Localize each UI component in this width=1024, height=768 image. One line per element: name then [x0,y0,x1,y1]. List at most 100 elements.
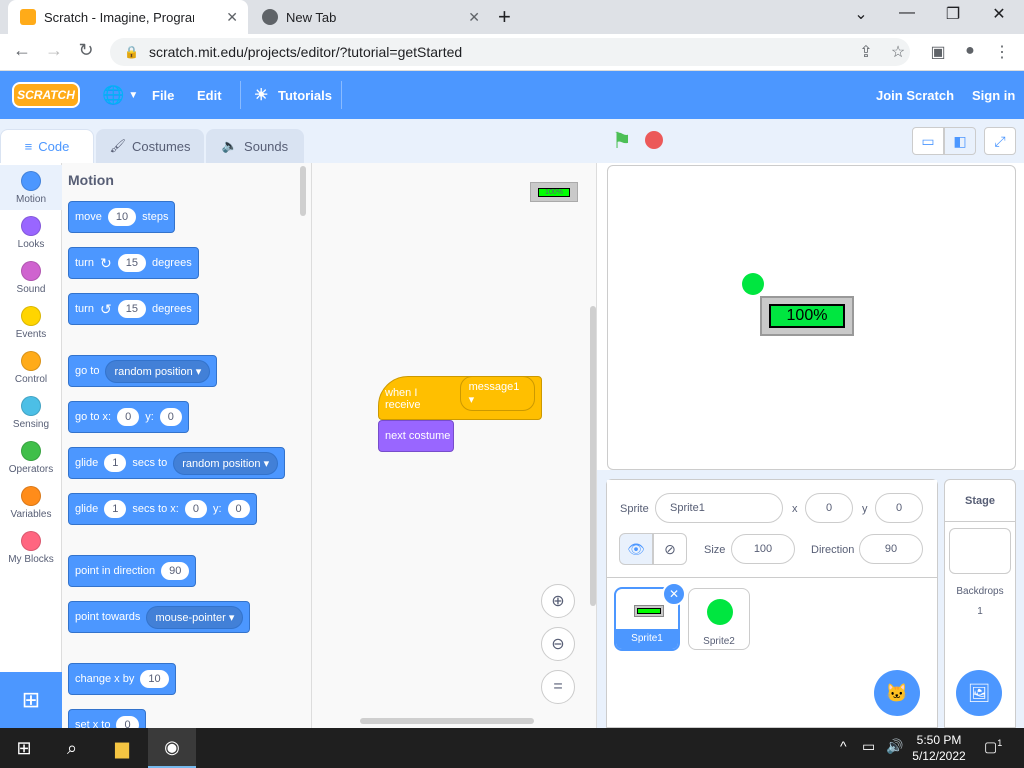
stop-icon[interactable] [645,131,663,149]
back-icon[interactable]: ← [10,40,34,61]
y-input[interactable]: 0 [227,500,250,518]
category-sensing[interactable]: Sensing [0,390,62,435]
block-change-x[interactable]: change x by 10 [68,663,176,695]
browser-tab-scratch[interactable]: Scratch - Imagine, Program, Shar ✕ [8,0,248,34]
secs-input[interactable]: 1 [104,454,127,472]
x-field[interactable]: 0 [805,493,853,523]
zoom-in-button[interactable]: ⊕ [541,584,575,618]
forward-icon[interactable]: → [42,40,66,61]
scratch-logo[interactable]: SCRATCH [12,82,80,108]
steps-input[interactable]: 10 [107,208,137,226]
address-bar[interactable]: 🔒 scratch.mit.edu/projects/editor/?tutor… [110,38,910,66]
small-stage-button[interactable]: ▭ [912,127,944,155]
zoom-out-button[interactable]: ⊖ [541,627,575,661]
notifications-icon[interactable]: ▢1 [984,738,1002,756]
block-point-towards[interactable]: point towards mouse-pointer ▾ [68,601,251,633]
choose-backdrop-button[interactable]: 🖼 [956,670,1002,716]
category-events[interactable]: Events [0,300,62,345]
fullscreen-button[interactable]: ⤢ [984,127,1016,155]
sign-in-link[interactable]: Sign in [972,71,1015,119]
y-input[interactable]: 0 [159,408,182,426]
minimize-icon[interactable]: — [884,4,930,22]
chevron-up-icon[interactable]: ^ [840,738,847,754]
volume-icon[interactable]: 🔊 [886,738,903,755]
star-icon[interactable]: ☆ [886,42,910,62]
close-tab-icon[interactable]: ✕ [226,9,238,26]
script-vertical-scrollbar[interactable] [590,306,596,606]
zoom-reset-button[interactable]: = [541,670,575,704]
profile-icon[interactable]: ● [958,42,982,60]
message-dropdown[interactable]: message1 ▾ [459,376,535,411]
block-move-steps[interactable]: move 10 steps [68,201,176,233]
x-input[interactable]: 0 [184,500,207,518]
direction-input[interactable]: 90 [161,562,190,580]
category-my-blocks[interactable]: My Blocks [0,525,62,570]
block-go-to-xy[interactable]: go to x: 0 y: 0 [68,401,189,433]
windows-start-icon[interactable]: ⊞ [0,728,48,768]
window-close-icon[interactable]: ✕ [976,4,1022,24]
category-control[interactable]: Control [0,345,62,390]
taskbar-clock[interactable]: 5:50 PM 5/12/2022 [906,732,972,764]
globe-icon[interactable]: 🌐 ▼ [102,71,138,119]
category-operators[interactable]: Operators [0,435,62,480]
browser-tab-newtab[interactable]: New Tab ✕ [250,0,490,34]
network-icon[interactable]: ▭ [862,738,875,755]
block-when-i-receive[interactable]: when I receive message1 ▾ [378,376,542,420]
join-scratch-link[interactable]: Join Scratch [876,71,954,119]
tab-sounds[interactable]: 🔈 Sounds [206,129,304,163]
lock-icon[interactable]: 🔒 [124,45,139,59]
file-explorer-icon[interactable]: ▆ [98,728,146,768]
palette-scrollbar[interactable] [300,166,306,216]
script-horizontal-scrollbar[interactable] [360,718,534,724]
share-icon[interactable]: ⇪ [854,42,878,62]
y-field[interactable]: 0 [875,493,923,523]
category-variables[interactable]: Variables [0,480,62,525]
new-tab-button[interactable]: + [498,4,511,30]
reload-icon[interactable]: ↻ [74,40,98,61]
degrees-input[interactable]: 15 [117,300,146,318]
change-x-input[interactable]: 10 [140,670,169,688]
large-stage-button[interactable]: ◧ [944,127,976,155]
goto-dropdown[interactable]: random position ▾ [105,359,211,383]
block-set-x[interactable]: set x to 0 [68,709,146,728]
category-looks[interactable]: Looks [0,210,62,255]
close-tab-icon[interactable]: ✕ [468,9,480,26]
set-x-input[interactable]: 0 [116,716,139,728]
file-menu[interactable]: File [152,71,174,119]
category-sound[interactable]: Sound [0,255,62,300]
sprite-name-field[interactable]: Sprite1 [655,493,783,523]
sprite1-battery[interactable]: 100% [760,296,854,336]
green-flag-icon[interactable]: ⚑ [612,128,632,154]
restore-icon[interactable]: ❐ [930,4,976,24]
tab-costumes[interactable]: 🖌 Costumes [96,129,204,163]
size-field[interactable]: 100 [731,534,795,564]
direction-field[interactable]: 90 [859,534,923,564]
tutorials-menu[interactable]: Tutorials [278,71,332,119]
degrees-input[interactable]: 15 [117,254,146,272]
block-turn-right[interactable]: turn ↻ 15 degrees [68,247,199,279]
sidepanel-icon[interactable]: ▣ [926,42,950,62]
delete-sprite-button[interactable]: ✕ [662,582,686,606]
chevron-down-icon[interactable]: ⌄ [838,4,884,24]
category-motion[interactable]: Motion [0,165,62,210]
secs-input[interactable]: 1 [104,500,127,518]
add-extension-button[interactable]: ⊞ [0,672,62,728]
block-turn-left[interactable]: turn ↺ 15 degrees [68,293,199,325]
block-next-costume[interactable]: next costume [378,420,454,452]
choose-sprite-button[interactable]: 🐱 [874,670,920,716]
x-input[interactable]: 0 [117,408,140,426]
tab-code[interactable]: ≡ Code [0,129,94,163]
sprite2-green-dot[interactable] [742,273,764,295]
sprite-tile-sprite2[interactable]: Sprite2 [688,588,750,650]
lightbulb-icon[interactable]: ☀ [254,71,268,119]
show-sprite-button[interactable]: 👁 [619,533,653,565]
block-glide-to-xy[interactable]: glide 1 secs to x: 0 y: 0 [68,493,257,525]
block-point-in-direction[interactable]: point in direction 90 [68,555,197,587]
more-icon[interactable]: ⋮ [990,42,1014,62]
hide-sprite-button[interactable]: ⊘ [653,533,687,565]
block-glide-to[interactable]: glide 1 secs to random position ▾ [68,447,286,479]
glide-dropdown[interactable]: random position ▾ [173,451,279,475]
chrome-taskbar-icon[interactable]: ◉ [148,728,196,768]
edit-menu[interactable]: Edit [197,71,222,119]
block-go-to[interactable]: go to random position ▾ [68,355,218,387]
